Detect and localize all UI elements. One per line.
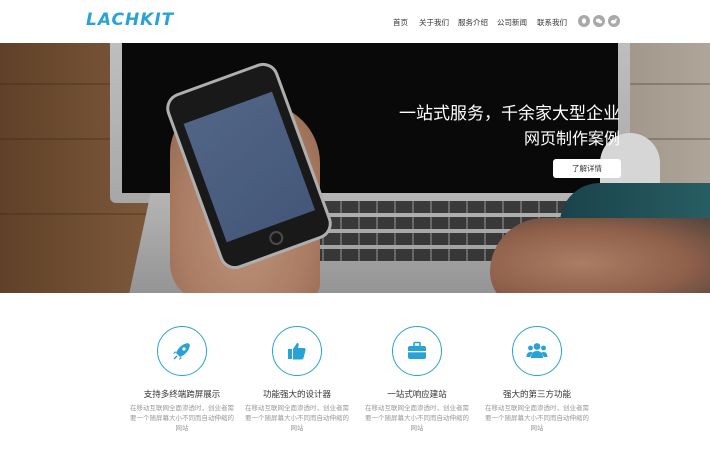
feature-card: 功能强大的设计器 在移动互联网全面渗透时，创业者需要一个随屏幕大小不同而自动伸缩… [237, 326, 357, 456]
learn-more-button[interactable]: 了解详情 [553, 159, 621, 178]
feature-title: 功能强大的设计器 [262, 389, 331, 399]
qq-icon[interactable] [578, 15, 590, 27]
nav-item-contact[interactable]: 联系我们 [537, 17, 567, 28]
site-header: LACHKIT 首页 关于我们 服务介绍 公司新闻 联系我们 [0, 0, 710, 43]
weibo-icon[interactable] [608, 15, 620, 27]
hero-banner: 一站式服务，千余家大型企业 网页制作案例 了解详情 [0, 43, 710, 293]
hero-subtitle: 网页制作案例 [523, 131, 620, 148]
nav-item-services[interactable]: 服务介绍 [458, 17, 488, 28]
users-icon [526, 343, 548, 358]
nav-item-home[interactable]: 首页 [393, 17, 408, 28]
feature-icon-circle[interactable] [272, 326, 322, 376]
feature-description: 在移动互联网全面渗透时，创业者需要一个随屏幕大小不同而自动伸缩的网站 [245, 405, 349, 432]
thumbs-up-icon [288, 343, 306, 360]
feature-description: 在移动互联网全面渗透时，创业者需要一个随屏幕大小不同而自动伸缩的网站 [130, 405, 234, 432]
feature-card: 支持多终端跨屏展示 在移动互联网全面渗透时，创业者需要一个随屏幕大小不同而自动伸… [122, 326, 242, 456]
feature-card: 强大的第三方功能 在移动互联网全面渗透时，创业者需要一个随屏幕大小不同而自动伸缩… [477, 326, 597, 456]
feature-description: 在移动互联网全面渗透时，创业者需要一个随屏幕大小不同而自动伸缩的网站 [485, 405, 589, 432]
feature-description: 在移动互联网全面渗透时，创业者需要一个随屏幕大小不同而自动伸缩的网站 [365, 405, 469, 432]
feature-icon-circle[interactable] [157, 326, 207, 376]
feature-icon-circle[interactable] [392, 326, 442, 376]
feature-card: 一站式响应建站 在移动互联网全面渗透时，创业者需要一个随屏幕大小不同而自动伸缩的… [357, 326, 477, 456]
feature-title: 支持多终端跨屏展示 [143, 389, 221, 399]
feature-title: 一站式响应建站 [387, 389, 447, 399]
wechat-icon[interactable] [593, 15, 605, 27]
nav-item-about[interactable]: 关于我们 [419, 17, 449, 28]
feature-title: 强大的第三方功能 [502, 389, 571, 399]
feature-icon-circle[interactable] [512, 326, 562, 376]
hero-title: 一站式服务，千余家大型企业 [399, 104, 620, 123]
nav-item-news[interactable]: 公司新闻 [497, 17, 527, 28]
briefcase-icon [408, 341, 426, 359]
rocket-icon [173, 343, 190, 360]
